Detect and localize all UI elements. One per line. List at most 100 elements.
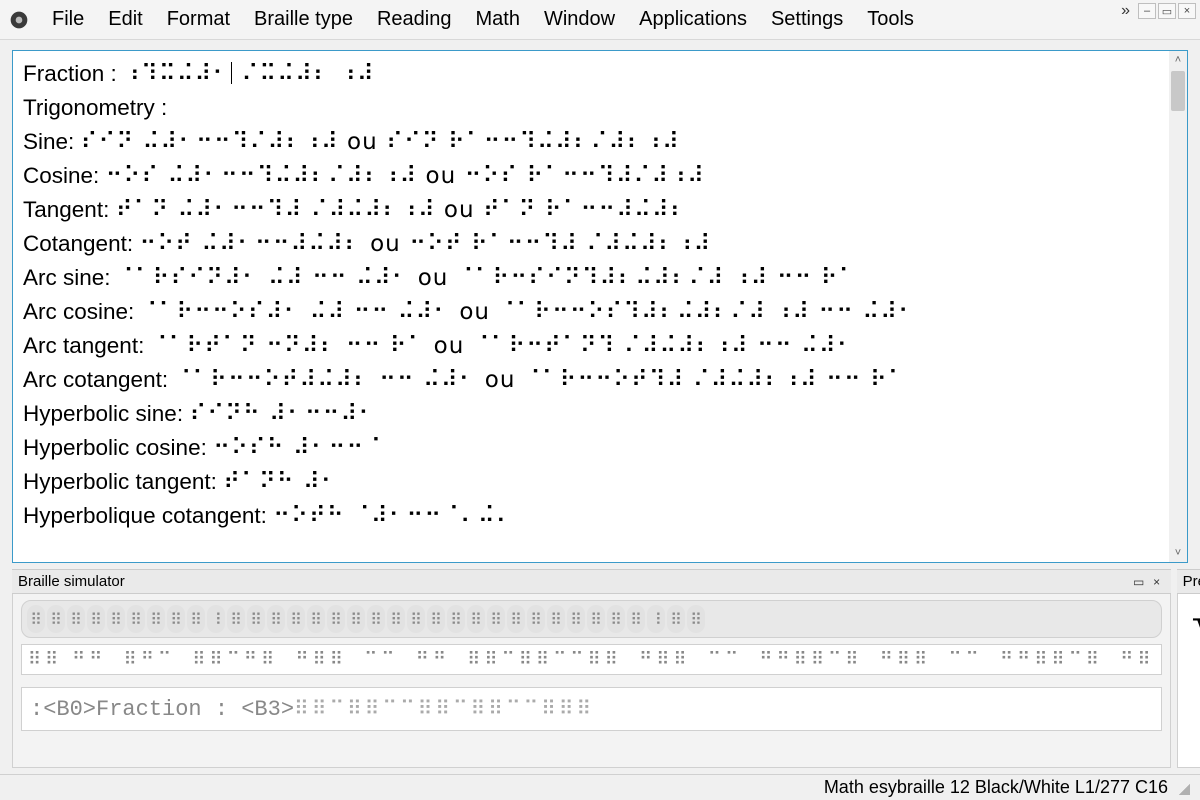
menu-settings[interactable]: Settings: [759, 6, 855, 33]
simulator-cell[interactable]: ⠿: [487, 605, 505, 633]
braille-text: ⠈⠁⠗⠎⠊⠝⠼⠂ ⠬⠼ ⠒⠒ ⠬⠼⠂ ou ⠈⠁⠗⠒⠎⠊⠝⠹⠼⠆⠬⠼⠆⠌⠼ ⠰⠼…: [117, 265, 857, 291]
editor-line[interactable]: Cosine: ⠒⠕⠎ ⠬⠼⠂⠒⠒⠹⠬⠼⠆⠌⠼⠆⠰⠼ ou ⠒⠕⠎ ⠗⠁⠒⠒⠹⠼…: [23, 159, 1177, 193]
simulator-cell[interactable]: ⠿: [587, 605, 605, 633]
menu-overflow-icon[interactable]: »: [1115, 2, 1136, 20]
braille-text: ⠈⠁⠗⠒⠒⠕⠞⠼⠬⠼⠆ ⠒⠒ ⠬⠼⠂ ou ⠈⠁⠗⠒⠒⠕⠞⠹⠼ ⠌⠼⠬⠼⠆⠰⠼ …: [174, 367, 905, 393]
simulator-cell[interactable]: ⠿: [667, 605, 685, 633]
simulator-cell[interactable]: ⠿: [267, 605, 285, 633]
status-text: Math esybraille 12 Black/White L1/277 C1…: [824, 777, 1168, 798]
titlebar-buttons: » ‒ ▭ ×: [1115, 2, 1196, 20]
simulator-cell[interactable]: ⠿: [447, 605, 465, 633]
scrollbar-vertical[interactable]: ˄ ˅: [1169, 51, 1187, 562]
editor-line[interactable]: Hyperbolique cotangent: ⠒⠕⠞⠓ ⠈⠼⠂⠒⠒⠈⠄⠬⠄: [23, 499, 1177, 533]
menu-format[interactable]: Format: [155, 6, 242, 33]
panel-preview: Preview ▭ × √ x +1 x +2: [1177, 569, 1200, 768]
braille-text: ⠒⠕⠞ ⠬⠼⠂⠒⠒⠼⠬⠼⠆ ou ⠒⠕⠞ ⠗⠁⠒⠒⠹⠼ ⠌⠼⠬⠼⠆⠰⠼: [139, 231, 711, 257]
panel-title: Braille simulator: [18, 573, 1129, 590]
panel-restore-icon[interactable]: ▭: [1131, 574, 1147, 590]
simulator-cell[interactable]: ⠿: [427, 605, 445, 633]
editor-line[interactable]: Fraction : ⠰⠹⠭⠬⠼⠂ ⠌⠭⠬⠼⠆ ⠰⠼: [23, 57, 1177, 91]
editor-line[interactable]: Sine: ⠎⠊⠝ ⠬⠼⠂⠒⠒⠹⠌⠼⠆⠰⠼ ou ⠎⠊⠝ ⠗⠁⠒⠒⠹⠬⠼⠆⠌⠼⠆…: [23, 125, 1177, 159]
statusbar: Math esybraille 12 Black/White L1/277 C1…: [0, 774, 1200, 800]
simulator-body: ⠿⠿⠿⠿⠿⠿⠿⠿⠿⠸⠿⠿⠿⠿⠿⠿⠿⠿⠿⠿⠿⠿⠿⠿⠿⠿⠿⠿⠿⠿⠿⠸⠿⠿ ⠿⠿ ⠛⠛…: [12, 594, 1171, 768]
simulator-cell[interactable]: ⠿: [27, 605, 45, 633]
simulator-cell[interactable]: ⠿: [507, 605, 525, 633]
line-label: Fraction :: [23, 61, 123, 86]
braille-text: ⠌⠭⠬⠼⠆ ⠰⠼: [233, 61, 375, 87]
line-label: Arc cosine:: [23, 299, 141, 324]
simulator-text-prefix: :<B0>Fraction : <B3>: [30, 697, 294, 722]
simulator-cell[interactable]: ⠿: [127, 605, 145, 633]
simulator-cell[interactable]: ⠿: [407, 605, 425, 633]
simulator-cell[interactable]: ⠿: [567, 605, 585, 633]
simulator-cell[interactable]: ⠿: [47, 605, 65, 633]
menu-reading[interactable]: Reading: [365, 6, 464, 33]
math-expression: √ x +1 x +2: [1192, 604, 1200, 673]
line-label: Hyperbolic cosine:: [23, 435, 213, 460]
simulator-cell[interactable]: ⠸: [647, 605, 665, 633]
simulator-cell[interactable]: ⠿: [107, 605, 125, 633]
braille-text: ⠰⠹⠭⠬⠼⠂: [123, 61, 230, 87]
simulator-cell[interactable]: ⠿: [687, 605, 705, 633]
editor-line[interactable]: Trigonometry :: [23, 91, 1177, 125]
editor-line[interactable]: Cotangent: ⠒⠕⠞ ⠬⠼⠂⠒⠒⠼⠬⠼⠆ ou ⠒⠕⠞ ⠗⠁⠒⠒⠹⠼ ⠌…: [23, 227, 1177, 261]
menu-tools[interactable]: Tools: [855, 6, 926, 33]
app-icon: [8, 9, 30, 31]
minimize-button[interactable]: ‒: [1138, 3, 1156, 19]
menu-edit[interactable]: Edit: [96, 6, 154, 33]
panel-header-preview: Preview ▭ ×: [1177, 569, 1200, 594]
editor-line[interactable]: Hyperbolic cosine: ⠒⠕⠎⠓ ⠼⠂⠒⠒⠈: [23, 431, 1177, 465]
braille-text: ⠞⠁⠝ ⠬⠼⠂⠒⠒⠹⠼ ⠌⠼⠬⠼⠆⠰⠼ ou ⠞⠁⠝ ⠗⠁⠒⠒⠼⠬⠼⠆: [116, 197, 688, 223]
simulator-cell[interactable]: ⠿: [627, 605, 645, 633]
menu-window[interactable]: Window: [532, 6, 627, 33]
simulator-cell[interactable]: ⠿: [367, 605, 385, 633]
text-cursor: [231, 62, 232, 84]
simulator-text-braille: ⠿⠿⠉⠿⠿⠉⠉⠿⠿⠉⠿⠿⠉⠉⠿⠿⠿: [294, 696, 594, 720]
close-button[interactable]: ×: [1178, 3, 1196, 19]
editor[interactable]: Fraction : ⠰⠹⠭⠬⠼⠂ ⠌⠭⠬⠼⠆ ⠰⠼Trigonometry :…: [12, 50, 1188, 563]
line-label: Tangent:: [23, 197, 116, 222]
simulator-cell[interactable]: ⠿: [287, 605, 305, 633]
panel-close-icon[interactable]: ×: [1149, 574, 1165, 590]
bottom-panels: Braille simulator ▭ × ⠿⠿⠿⠿⠿⠿⠿⠿⠿⠸⠿⠿⠿⠿⠿⠿⠿⠿…: [0, 569, 1200, 774]
simulator-cell[interactable]: ⠿: [307, 605, 325, 633]
simulator-cell[interactable]: ⠿: [527, 605, 545, 633]
simulator-cell[interactable]: ⠿: [607, 605, 625, 633]
menu-applications[interactable]: Applications: [627, 6, 759, 33]
simulator-cell[interactable]: ⠿: [187, 605, 205, 633]
simulator-cell[interactable]: ⠿: [247, 605, 265, 633]
menu-math[interactable]: Math: [464, 6, 532, 33]
simulator-cell[interactable]: ⠿: [87, 605, 105, 633]
editor-line[interactable]: Arc tangent: ⠈⠁⠗⠞⠁⠝ ⠒⠝⠼⠆ ⠒⠒ ⠗⠁ ou ⠈⠁⠗⠒⠞⠁…: [23, 329, 1177, 363]
editor-line[interactable]: Hyperbolic sine: ⠎⠊⠝⠓ ⠼⠂⠒⠒⠼⠂: [23, 397, 1177, 431]
editor-content[interactable]: Fraction : ⠰⠹⠭⠬⠼⠂ ⠌⠭⠬⠼⠆ ⠰⠼Trigonometry :…: [13, 51, 1187, 539]
menu-file[interactable]: File: [40, 6, 96, 33]
braille-text: ⠎⠊⠝⠓ ⠼⠂⠒⠒⠼⠂: [189, 401, 376, 427]
editor-line[interactable]: Hyperbolic tangent: ⠞⠁⠝⠓ ⠼⠂: [23, 465, 1177, 499]
simulator-cell[interactable]: ⠸: [207, 605, 225, 633]
editor-line[interactable]: Arc cosine: ⠈⠁⠗⠒⠒⠕⠎⠼⠂ ⠬⠼ ⠒⠒ ⠬⠼⠂ ou ⠈⠁⠗⠒⠒…: [23, 295, 1177, 329]
simulator-cell[interactable]: ⠿: [227, 605, 245, 633]
line-label: Arc tangent:: [23, 333, 151, 358]
maximize-button[interactable]: ▭: [1158, 3, 1176, 19]
scroll-up-icon[interactable]: ˄: [1169, 51, 1187, 69]
simulator-cell[interactable]: ⠿: [67, 605, 85, 633]
editor-line[interactable]: Tangent: ⠞⠁⠝ ⠬⠼⠂⠒⠒⠹⠼ ⠌⠼⠬⠼⠆⠰⠼ ou ⠞⠁⠝ ⠗⠁⠒⠒…: [23, 193, 1177, 227]
panel-braille-simulator: Braille simulator ▭ × ⠿⠿⠿⠿⠿⠿⠿⠿⠿⠸⠿⠿⠿⠿⠿⠿⠿⠿…: [12, 569, 1171, 768]
scroll-down-icon[interactable]: ˅: [1169, 544, 1187, 562]
simulator-cell[interactable]: ⠿: [547, 605, 565, 633]
menu-braille-type[interactable]: Braille type: [242, 6, 365, 33]
simulator-cell[interactable]: ⠿: [387, 605, 405, 633]
simulator-cell[interactable]: ⠿: [327, 605, 345, 633]
simulator-cell[interactable]: ⠿: [167, 605, 185, 633]
editor-line[interactable]: Arc sine: ⠈⠁⠗⠎⠊⠝⠼⠂ ⠬⠼ ⠒⠒ ⠬⠼⠂ ou ⠈⠁⠗⠒⠎⠊⠝⠹…: [23, 261, 1177, 295]
editor-line[interactable]: Arc cotangent: ⠈⠁⠗⠒⠒⠕⠞⠼⠬⠼⠆ ⠒⠒ ⠬⠼⠂ ou ⠈⠁⠗…: [23, 363, 1177, 397]
line-label: Hyperbolic tangent:: [23, 469, 223, 494]
simulator-cell[interactable]: ⠿: [467, 605, 485, 633]
resize-grip-icon[interactable]: [1176, 781, 1190, 795]
menubar: File Edit Format Braille type Reading Ma…: [0, 0, 1200, 40]
scroll-thumb[interactable]: [1171, 71, 1185, 111]
simulator-cell[interactable]: ⠿: [347, 605, 365, 633]
panel-title: Preview: [1183, 573, 1200, 590]
simulator-cell[interactable]: ⠿: [147, 605, 165, 633]
